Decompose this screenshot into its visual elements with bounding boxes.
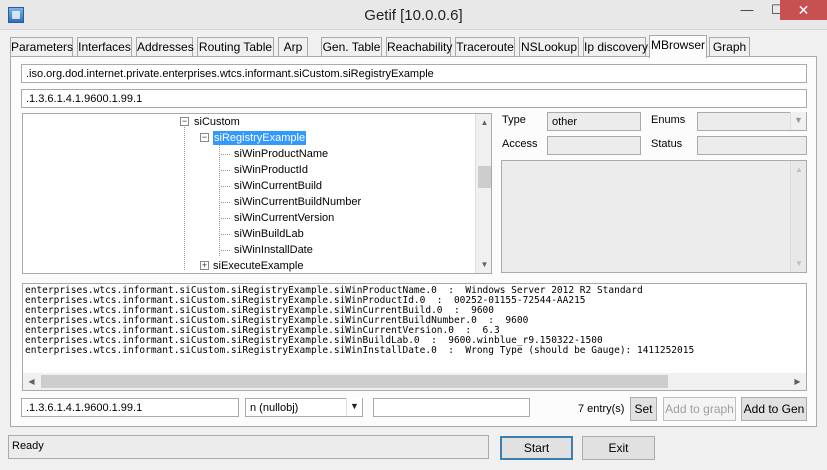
scroll-down-arrow-icon[interactable]: ▼: [476, 256, 491, 273]
oid-name-field[interactable]: .iso.org.dod.internet.private.enterprise…: [21, 64, 807, 83]
tree-connector-line: [221, 170, 230, 171]
tree-node-siexecuteexample[interactable]: siExecuteExample: [213, 259, 304, 273]
set-button[interactable]: Set: [630, 397, 657, 421]
tree-node-sicustom[interactable]: siCustom: [194, 115, 240, 129]
output-line: enterprises.wtcs.informant.siCustom.siRe…: [25, 345, 695, 356]
chevron-down-icon[interactable]: ▼: [346, 398, 362, 416]
description-scrollbar[interactable]: ▲ ▼: [790, 161, 806, 272]
tab-graph[interactable]: Graph: [709, 37, 750, 57]
scroll-down-arrow-icon[interactable]: ▼: [791, 255, 807, 272]
status-field: [697, 136, 807, 155]
output-horizontal-scrollbar[interactable]: ◀ ▶: [23, 373, 806, 390]
tree-node-siwinbuildlab[interactable]: siWinBuildLab: [234, 227, 304, 241]
exit-button[interactable]: Exit: [582, 436, 655, 460]
start-button[interactable]: Start: [500, 436, 573, 460]
tree-connector-line: [184, 127, 185, 270]
tab-gen-table[interactable]: Gen. Table: [321, 37, 382, 57]
enums-label: Enums: [651, 114, 686, 126]
collapse-icon[interactable]: −: [200, 133, 209, 142]
tab-parameters[interactable]: Parameters: [10, 37, 73, 57]
add-to-gen-button[interactable]: Add to Gen: [741, 397, 807, 421]
type-field: other: [547, 112, 641, 131]
tab-ip-discovery[interactable]: Ip discovery: [583, 37, 648, 57]
scroll-up-arrow-icon[interactable]: ▲: [476, 114, 491, 131]
set-oid-field[interactable]: .1.3.6.1.4.1.9600.1.99.1: [21, 398, 239, 417]
type-label: Type: [502, 114, 526, 126]
tab-traceroute[interactable]: Traceroute: [455, 37, 515, 57]
scroll-up-arrow-icon[interactable]: ▲: [791, 161, 807, 178]
oid-number-field[interactable]: .1.3.6.1.4.1.9600.1.99.1: [21, 89, 807, 108]
tab-interfaces[interactable]: Interfaces: [77, 37, 132, 57]
tab-reachability[interactable]: Reachability: [386, 37, 452, 57]
tree-connector-line: [221, 218, 230, 219]
tree-scrollbar[interactable]: ▲ ▼: [475, 114, 491, 273]
tree-node-siwinproductname[interactable]: siWinProductName: [234, 147, 328, 161]
scroll-thumb[interactable]: [41, 375, 668, 388]
tree-node-siwinproductid[interactable]: siWinProductId: [234, 163, 308, 177]
minimize-button[interactable]: —: [732, 0, 762, 20]
add-to-graph-button[interactable]: Add to graph: [663, 397, 736, 421]
tree-connector-line: [221, 202, 230, 203]
tree-connector-line: [221, 154, 230, 155]
description-box[interactable]: [501, 160, 807, 273]
tab-routing-table[interactable]: Routing Table: [197, 37, 274, 57]
scroll-right-arrow-icon[interactable]: ▶: [789, 373, 806, 390]
expand-icon[interactable]: +: [200, 261, 209, 270]
collapse-icon[interactable]: −: [180, 117, 189, 126]
access-field: [547, 136, 641, 155]
window-title: Getif [10.0.0.6]: [364, 7, 463, 24]
tree-node-siregistryexample[interactable]: siRegistryExample: [213, 131, 307, 145]
tab-mbrowser[interactable]: MBrowser: [649, 35, 707, 58]
tree-connector-line: [221, 250, 230, 251]
status-label: Status: [651, 138, 683, 150]
mib-tree[interactable]: − siCustom − siRegistryExample siWinProd…: [22, 113, 492, 274]
entry-count: 7 entry(s): [578, 403, 625, 415]
tree-node-siwincurrentversion[interactable]: siWinCurrentVersion: [234, 211, 334, 225]
status-bar: Ready: [8, 435, 489, 459]
title-bar: Getif [10.0.0.6] — ☐ ✕: [0, 0, 827, 30]
close-button[interactable]: ✕: [780, 0, 827, 20]
tab-arp[interactable]: Arp: [278, 37, 308, 57]
tree-connector-line: [221, 234, 230, 235]
tree-connector-line: [219, 144, 220, 256]
tree-node-siwincurrentbuild[interactable]: siWinCurrentBuild: [234, 179, 322, 193]
output-log[interactable]: enterprises.wtcs.informant.siCustom.siRe…: [22, 283, 807, 391]
tab-nslookup[interactable]: NSLookup: [519, 37, 579, 57]
tab-addresses[interactable]: Addresses: [136, 37, 194, 57]
tree-node-siwininstalldate[interactable]: siWinInstallDate: [234, 243, 313, 257]
access-label: Access: [502, 138, 538, 150]
scroll-thumb[interactable]: [478, 166, 491, 188]
tree-node-siwincurrentbuildnumber[interactable]: siWinCurrentBuildNumber: [234, 195, 361, 209]
chevron-down-icon[interactable]: ▼: [790, 112, 806, 130]
set-value-field[interactable]: [373, 398, 530, 417]
scroll-left-arrow-icon[interactable]: ◀: [23, 373, 40, 390]
tree-connector-line: [221, 186, 230, 187]
